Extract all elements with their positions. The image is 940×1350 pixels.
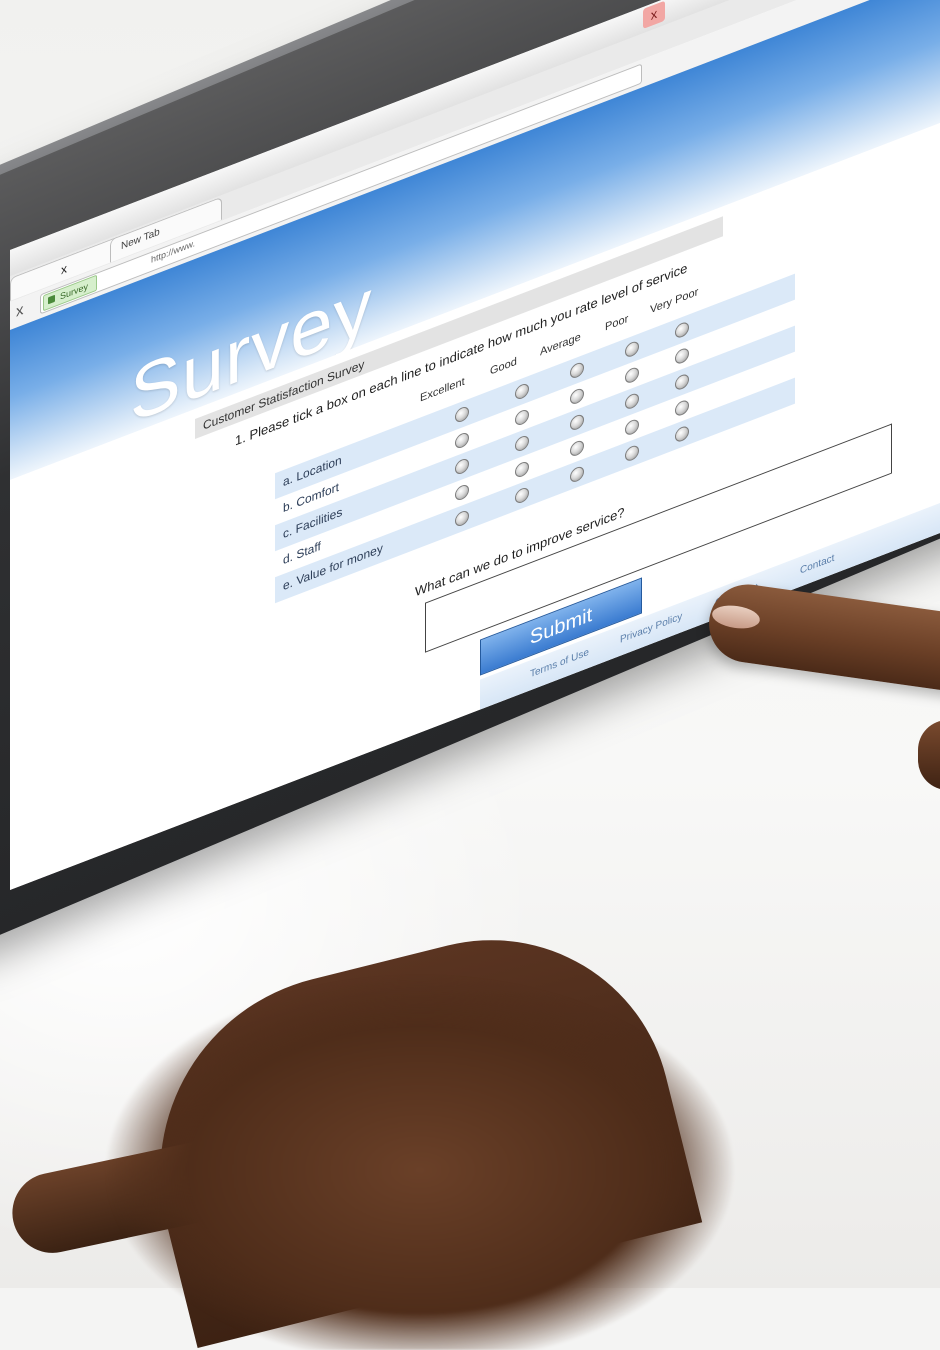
radio-staff-good[interactable] bbox=[515, 459, 529, 480]
lock-icon bbox=[48, 294, 55, 305]
column-header-good: Good bbox=[490, 355, 517, 378]
column-header-excellent: Excellent bbox=[420, 375, 465, 405]
footer-link-contact[interactable]: Contact bbox=[800, 553, 834, 577]
radio-location-poor[interactable] bbox=[625, 339, 639, 359]
radio-comfort-average[interactable] bbox=[570, 386, 584, 407]
radio-location-very-poor[interactable] bbox=[675, 320, 689, 340]
radio-value-poor[interactable] bbox=[625, 443, 639, 463]
column-header-poor: Poor bbox=[605, 312, 629, 334]
radio-facilities-excellent[interactable] bbox=[455, 456, 469, 477]
radio-facilities-good[interactable] bbox=[515, 433, 529, 454]
radio-value-good[interactable] bbox=[515, 485, 529, 506]
radio-staff-very-poor[interactable] bbox=[675, 398, 689, 418]
radio-staff-excellent[interactable] bbox=[455, 482, 469, 503]
radio-value-very-poor[interactable] bbox=[675, 424, 689, 444]
tab-close-icon[interactable]: x bbox=[61, 261, 67, 277]
radio-comfort-good[interactable] bbox=[515, 407, 529, 428]
radio-staff-poor[interactable] bbox=[625, 417, 639, 437]
stop-icon[interactable]: x bbox=[16, 301, 24, 321]
hand-shadow bbox=[0, 930, 820, 1350]
radio-comfort-excellent[interactable] bbox=[455, 430, 469, 451]
radio-facilities-very-poor[interactable] bbox=[675, 372, 689, 392]
radio-facilities-average[interactable] bbox=[570, 412, 584, 433]
radio-location-good[interactable] bbox=[515, 381, 529, 402]
radio-location-average[interactable] bbox=[570, 360, 584, 381]
radio-staff-average[interactable] bbox=[570, 438, 584, 459]
radio-value-average[interactable] bbox=[570, 464, 584, 485]
column-header-very-poor: Very Poor bbox=[650, 285, 699, 317]
column-header-average: Average bbox=[540, 330, 581, 359]
secure-label: Survey bbox=[60, 281, 89, 302]
radio-value-excellent[interactable] bbox=[455, 508, 469, 529]
radio-location-excellent[interactable] bbox=[455, 404, 469, 425]
radio-comfort-poor[interactable] bbox=[625, 365, 639, 385]
radio-comfort-very-poor[interactable] bbox=[675, 346, 689, 366]
radio-facilities-poor[interactable] bbox=[625, 391, 639, 411]
